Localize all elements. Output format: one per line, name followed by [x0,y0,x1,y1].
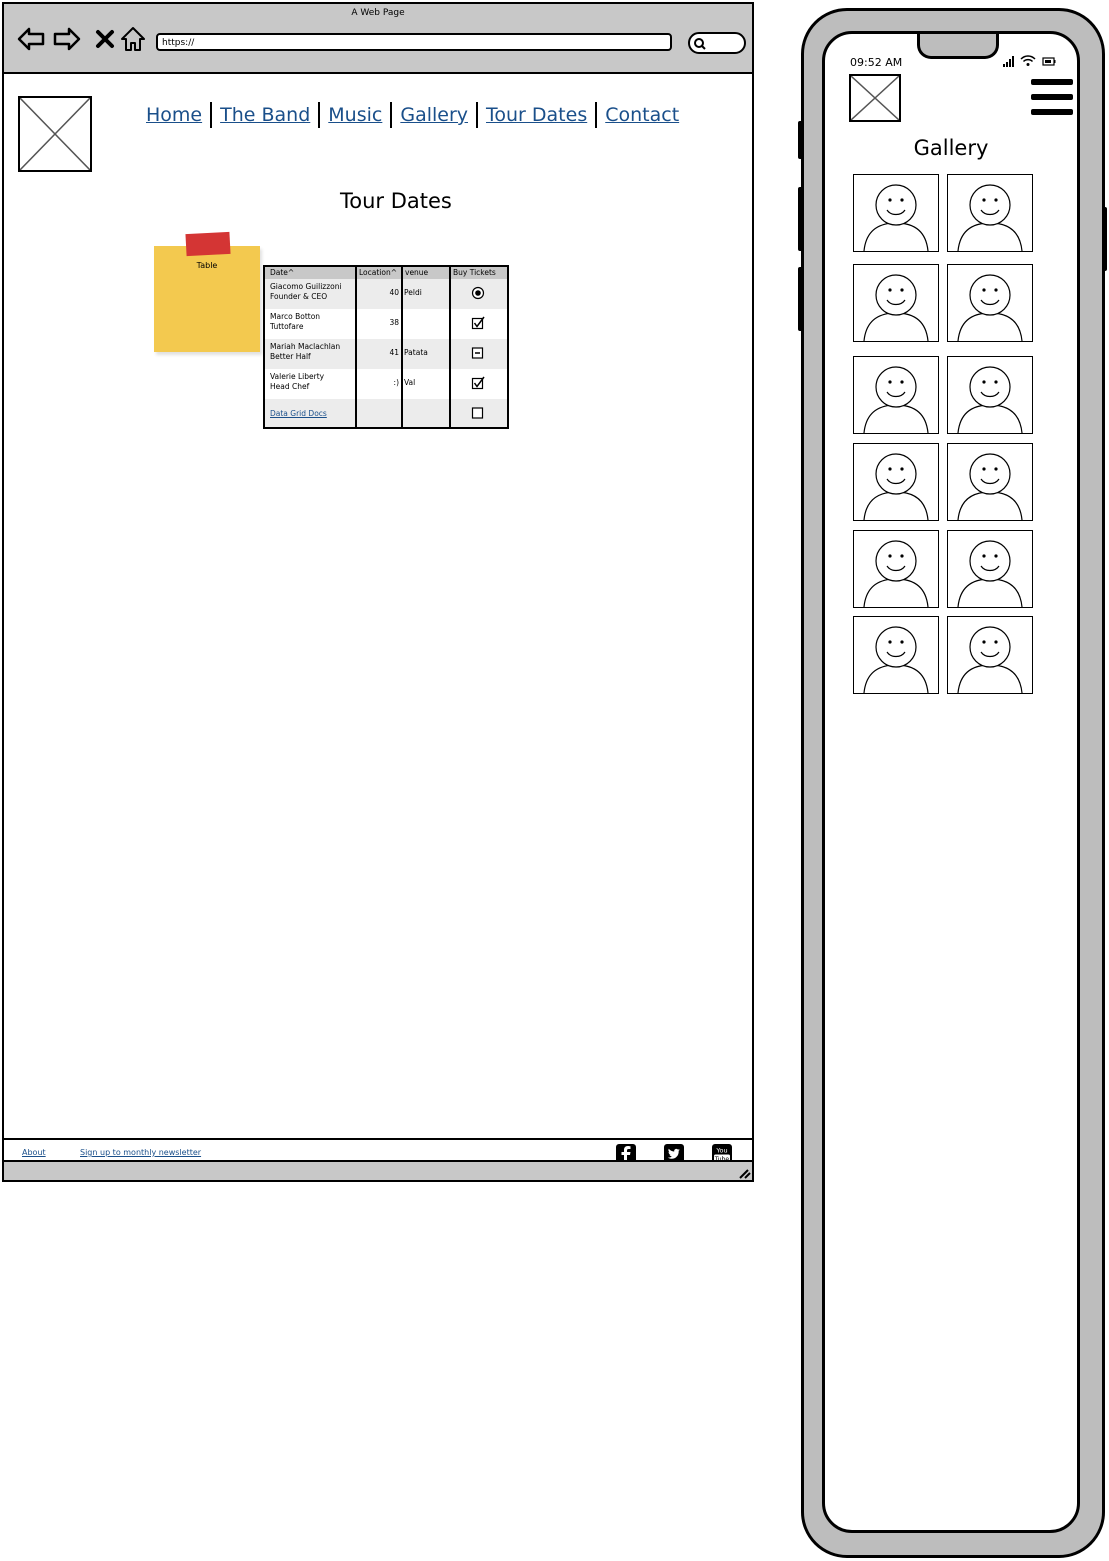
location-cell: 38 [389,318,399,327]
gallery-grid [825,34,1077,1530]
checkbox-indeterminate[interactable] [471,346,485,360]
gallery-item[interactable] [947,264,1033,342]
gallery-item[interactable] [947,174,1033,252]
checkbox-checked[interactable] [471,316,485,330]
column-divider [449,267,451,427]
youtube-icon-text-you: You [715,1147,727,1155]
title-line: Head Chef [270,382,310,391]
phone-volume-down-button [798,267,803,331]
main-navigation: Home The Band Music Gallery Tour Dates C… [138,102,687,128]
name-line: Mariah Maclachlan [270,342,341,351]
column-header-buy-tickets[interactable]: Buy Tickets [453,268,496,277]
column-header-date[interactable]: Date^ [270,268,294,277]
radio-button-checked[interactable] [471,286,485,300]
column-divider [401,267,403,427]
gallery-item[interactable] [947,530,1033,608]
gallery-item[interactable] [853,264,939,342]
gallery-item[interactable] [947,356,1033,434]
browser-toolbar: A Web Page https:// [4,4,752,74]
close-icon[interactable] [90,24,120,54]
footer-about-link[interactable]: About [22,1148,46,1157]
data-grid-docs-link[interactable]: Data Grid Docs [270,409,327,418]
person-avatar-icon [957,184,1023,252]
phone-screen: 09:52 AM Gallery [822,31,1080,1533]
footer-newsletter-link[interactable]: Sign up to monthly newsletter [80,1148,201,1157]
person-avatar-icon [863,626,929,694]
location-cell: 40 [389,288,399,297]
person-avatar-icon [957,453,1023,521]
nav-music-link[interactable]: Music [320,104,390,126]
gallery-item[interactable] [947,616,1033,694]
venue-cell: Peldi [404,288,422,297]
name-cell: Mariah Maclachlan Better Half [270,342,355,362]
gallery-item[interactable] [853,616,939,694]
sticky-note-tape [185,231,231,257]
phone-volume-up-button [798,187,803,251]
url-input[interactable]: https:// [156,33,672,51]
search-icon [694,38,706,50]
person-avatar-icon [863,184,929,252]
table-header: Date^ Location^ venue Buy Tickets [265,267,507,279]
person-avatar-icon [957,540,1023,608]
person-avatar-icon [863,540,929,608]
sticky-note-label: Table [196,261,218,270]
name-line: Giacomo Guilizzoni [270,282,342,291]
table-row: Mariah Maclachlan Better Half 41 Patata [265,339,507,369]
gallery-item[interactable] [853,356,939,434]
checkbox-unchecked[interactable] [471,406,485,420]
name-line: Marco Botton [270,312,321,321]
location-cell: 41 [389,348,399,357]
nav-tour-dates-link[interactable]: Tour Dates [478,104,595,126]
person-avatar-icon [957,626,1023,694]
name-cell: Valerie Liberty Head Chef [270,372,355,392]
nav-gallery-link[interactable]: Gallery [392,104,476,126]
person-avatar-icon [957,366,1023,434]
home-icon[interactable] [118,24,148,54]
title-line: Better Half [270,352,311,361]
venue-cell: Val [404,378,416,387]
table-row: Marco Botton Tuttofare 38 [265,309,507,339]
browser-title: A Web Page [351,8,405,18]
phone-side-button [798,121,803,159]
table-row: Valerie Liberty Head Chef :) Val [265,369,507,399]
browser-window: A Web Page https:// Home The Band Music … [2,2,754,1182]
resize-handle-icon[interactable] [736,1164,752,1180]
person-avatar-icon [957,274,1023,342]
back-arrow-icon[interactable] [16,24,46,54]
logo-image-placeholder [18,96,92,172]
nav-home-link[interactable]: Home [138,104,210,126]
column-header-location[interactable]: Location^ [359,268,397,277]
title-line: Founder & CEO [270,292,328,301]
phone-frame: 09:52 AM Gallery [798,8,1107,1558]
phone-power-button [1102,207,1107,271]
table-row: Data Grid Docs [265,399,507,427]
table-row: Giacomo Guilizzoni Founder & CEO 40 Peld… [265,279,507,309]
person-avatar-icon [863,366,929,434]
gallery-item[interactable] [853,174,939,252]
browser-status-bar [4,1160,752,1180]
tour-dates-table: Date^ Location^ venue Buy Tickets Giacom… [263,265,509,429]
person-avatar-icon [863,274,929,342]
name-line: Valerie Liberty [270,372,325,381]
nav-contact-link[interactable]: Contact [597,104,687,126]
title-line: Tuttofare [270,322,304,331]
nav-the-band-link[interactable]: The Band [212,104,318,126]
column-header-venue[interactable]: venue [405,268,428,277]
name-cell: Marco Botton Tuttofare [270,312,355,332]
search-button[interactable] [688,32,746,54]
gallery-item[interactable] [853,530,939,608]
name-cell: Giacomo Guilizzoni Founder & CEO [270,282,355,302]
docs-link-cell: Data Grid Docs [270,409,327,418]
location-cell: :) [393,378,399,387]
gallery-item[interactable] [853,443,939,521]
gallery-item[interactable] [947,443,1033,521]
checkbox-checked[interactable] [471,376,485,390]
column-divider [355,267,357,427]
venue-cell: Patata [404,348,428,357]
page-title: Tour Dates [340,189,452,213]
person-avatar-icon [863,453,929,521]
forward-arrow-icon[interactable] [52,24,82,54]
